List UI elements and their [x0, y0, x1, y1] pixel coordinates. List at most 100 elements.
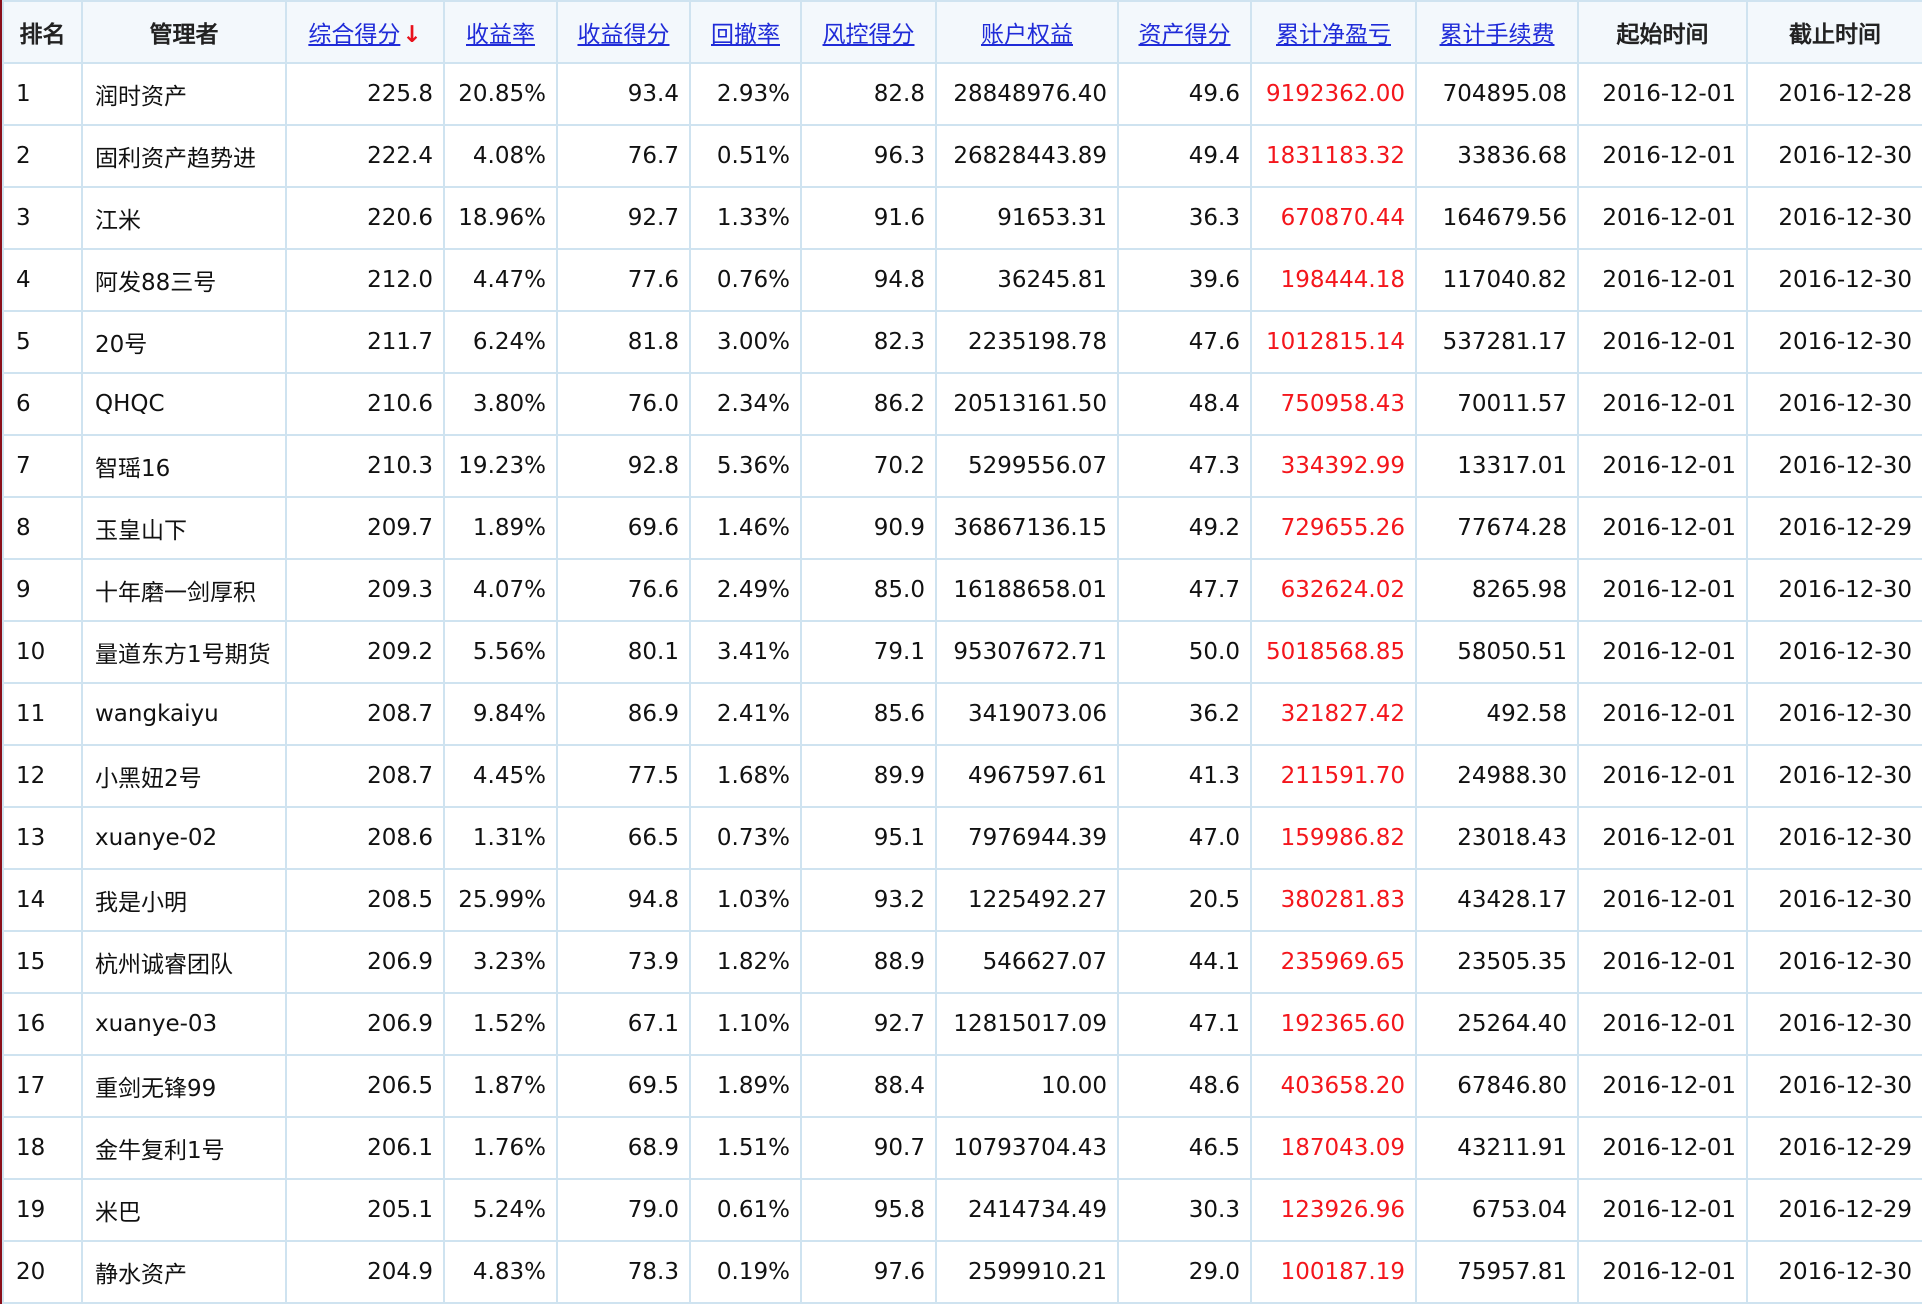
cell-end: 2016-12-30 — [1746, 186, 1922, 250]
cell-return-rate: 6.24% — [443, 310, 558, 374]
cell-fees: 8265.98 — [1415, 558, 1579, 622]
cell-start: 2016-12-01 — [1577, 1178, 1748, 1242]
cell-manager: 十年磨一剑厚积 — [81, 558, 287, 622]
cell-fees: 492.58 — [1415, 682, 1579, 746]
cell-rank: 18 — [2, 1116, 83, 1180]
sort-link-risk-score[interactable]: 风控得分 — [823, 22, 915, 48]
sort-link-score[interactable]: 综合得分↓ — [308, 22, 421, 48]
cell-return-rate: 20.85% — [443, 62, 558, 126]
cell-risk-score: 92.7 — [800, 992, 937, 1056]
cell-fees: 164679.56 — [1415, 186, 1579, 250]
cell-drawdown: 2.41% — [689, 682, 802, 746]
sort-link-net-pnl[interactable]: 累计净盈亏 — [1276, 22, 1391, 48]
cell-drawdown: 5.36% — [689, 434, 802, 498]
cell-return-score: 69.5 — [556, 1054, 691, 1118]
column-header-risk-score: 风控得分 — [800, 0, 937, 64]
cell-manager: 我是小明 — [81, 868, 287, 932]
ranking-table: 排名 管理者 综合得分↓ 收益率 收益得分 回撤率 风控得分 账户权益 资产得分 累计净盈亏 累计手… — [2, 0, 1922, 1304]
cell-return-score: 76.6 — [556, 558, 691, 622]
cell-drawdown: 1.33% — [689, 186, 802, 250]
cell-return-rate: 1.52% — [443, 992, 558, 1056]
cell-score: 204.9 — [285, 1240, 445, 1304]
cell-rank: 8 — [2, 496, 83, 560]
column-label: 累计净盈亏 — [1276, 22, 1391, 48]
cell-asset-score: 39.6 — [1117, 248, 1252, 312]
cell-manager: 阿发88三号 — [81, 248, 287, 312]
cell-return-score: 92.7 — [556, 186, 691, 250]
cell-manager: 润时资产 — [81, 62, 287, 126]
cell-start: 2016-12-01 — [1577, 496, 1748, 560]
cell-drawdown: 0.19% — [689, 1240, 802, 1304]
cell-net-pnl: 5018568.85 — [1250, 620, 1417, 684]
sort-link-fees[interactable]: 累计手续费 — [1440, 22, 1555, 48]
cell-net-pnl: 235969.65 — [1250, 930, 1417, 994]
cell-rank: 19 — [2, 1178, 83, 1242]
cell-return-score: 77.6 — [556, 248, 691, 312]
cell-asset-score: 36.3 — [1117, 186, 1252, 250]
sort-link-drawdown[interactable]: 回撤率 — [711, 22, 780, 48]
cell-score: 209.2 — [285, 620, 445, 684]
table-row: 14 我是小明 208.5 25.99% 94.8 1.03% 93.2 1225492.27… — [2, 868, 1922, 932]
cell-equity: 7976944.39 — [935, 806, 1119, 870]
cell-manager: 小黑妞2号 — [81, 744, 287, 808]
cell-manager: 杭州诚睿团队 — [81, 930, 287, 994]
cell-drawdown: 1.82% — [689, 930, 802, 994]
cell-start: 2016-12-01 — [1577, 558, 1748, 622]
cell-score: 222.4 — [285, 124, 445, 188]
cell-drawdown: 0.51% — [689, 124, 802, 188]
cell-return-rate: 1.31% — [443, 806, 558, 870]
cell-rank: 14 — [2, 868, 83, 932]
cell-drawdown: 1.46% — [689, 496, 802, 560]
sort-link-equity[interactable]: 账户权益 — [981, 22, 1073, 48]
cell-asset-score: 50.0 — [1117, 620, 1252, 684]
cell-score: 211.7 — [285, 310, 445, 374]
cell-fees: 13317.01 — [1415, 434, 1579, 498]
cell-net-pnl: 403658.20 — [1250, 1054, 1417, 1118]
cell-rank: 10 — [2, 620, 83, 684]
cell-asset-score: 20.5 — [1117, 868, 1252, 932]
cell-rank: 13 — [2, 806, 83, 870]
cell-fees: 43211.91 — [1415, 1116, 1579, 1180]
ranking-board: 排名 管理者 综合得分↓ 收益率 收益得分 回撤率 风控得分 账户权益 资产得分 累计净盈亏 累计手… — [0, 0, 1922, 1304]
cell-rank: 15 — [2, 930, 83, 994]
cell-equity: 2414734.49 — [935, 1178, 1119, 1242]
cell-asset-score: 41.3 — [1117, 744, 1252, 808]
cell-fees: 75957.81 — [1415, 1240, 1579, 1304]
cell-end: 2016-12-30 — [1746, 620, 1922, 684]
cell-score: 206.5 — [285, 1054, 445, 1118]
cell-asset-score: 49.2 — [1117, 496, 1252, 560]
cell-equity: 95307672.71 — [935, 620, 1119, 684]
cell-rank: 6 — [2, 372, 83, 436]
cell-rank: 3 — [2, 186, 83, 250]
cell-net-pnl: 187043.09 — [1250, 1116, 1417, 1180]
table-row: 6 QHQC 210.6 3.80% 76.0 2.34% 86.2 20513161.50 4… — [2, 372, 1922, 436]
cell-return-score: 67.1 — [556, 992, 691, 1056]
sort-link-return-score[interactable]: 收益得分 — [578, 22, 670, 48]
cell-manager: 金牛复利1号 — [81, 1116, 287, 1180]
cell-fees: 58050.51 — [1415, 620, 1579, 684]
column-header-equity: 账户权益 — [935, 0, 1119, 64]
cell-return-score: 93.4 — [556, 62, 691, 126]
cell-asset-score: 47.0 — [1117, 806, 1252, 870]
cell-equity: 1225492.27 — [935, 868, 1119, 932]
cell-risk-score: 90.9 — [800, 496, 937, 560]
cell-net-pnl: 159986.82 — [1250, 806, 1417, 870]
cell-risk-score: 82.8 — [800, 62, 937, 126]
cell-rank: 1 — [2, 62, 83, 126]
cell-equity: 26828443.89 — [935, 124, 1119, 188]
cell-asset-score: 49.4 — [1117, 124, 1252, 188]
cell-equity: 10793704.43 — [935, 1116, 1119, 1180]
cell-drawdown: 0.76% — [689, 248, 802, 312]
cell-end: 2016-12-30 — [1746, 806, 1922, 870]
column-label: 收益得分 — [577, 22, 670, 48]
table-row: 9 十年磨一剑厚积 209.3 4.07% 76.6 2.49% 85.0 16188658.… — [2, 558, 1922, 622]
cell-net-pnl: 123926.96 — [1250, 1178, 1417, 1242]
cell-net-pnl: 192365.60 — [1250, 992, 1417, 1056]
cell-asset-score: 47.3 — [1117, 434, 1252, 498]
cell-net-pnl: 198444.18 — [1250, 248, 1417, 312]
cell-manager: 量道东方1号期货 — [81, 620, 287, 684]
cell-risk-score: 89.9 — [800, 744, 937, 808]
cell-end: 2016-12-29 — [1746, 1116, 1922, 1180]
sort-link-asset-score[interactable]: 资产得分 — [1139, 22, 1231, 48]
sort-link-return-rate[interactable]: 收益率 — [466, 22, 535, 48]
